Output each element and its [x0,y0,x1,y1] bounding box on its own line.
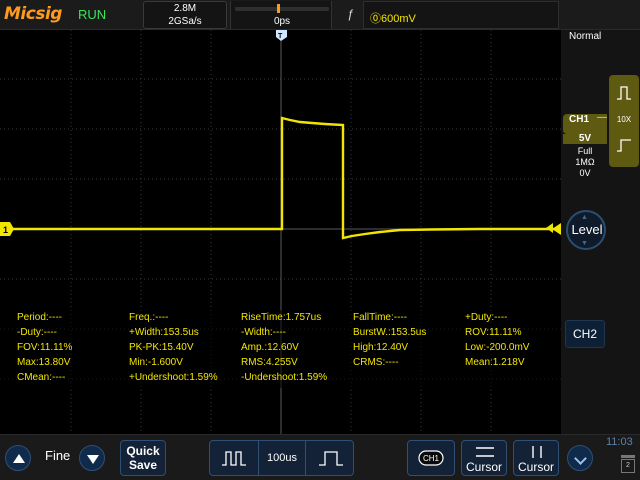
system-clock: 11:03 [606,436,633,448]
measurement-value: FOV:11.11% [17,342,73,353]
collapse-menu-button[interactable] [567,445,593,471]
level-down-icon: ▼ [581,240,588,247]
level-up-icon: ▲ [581,214,588,221]
ch1-impedance: 1MΩ [575,157,595,167]
timebase-increase-icon[interactable] [318,449,344,467]
measurement-value: Freq.:---- [129,312,169,323]
probe-attenuation[interactable]: 10X [609,115,639,124]
probe-settings[interactable]: 10X [609,75,639,167]
measurement-value: Mean:1.218V [465,357,525,368]
ch1-badge-icon: CH1 [418,450,444,466]
horizontal-position[interactable]: 0ps [230,1,332,29]
right-control-panel: Normal 10X CH1 — 5V Full 1MΩ 0V ▲ Level … [546,30,640,434]
bottom-toolbar: Fine Quick Save 100us CH1 Cursor Cursor … [0,434,640,480]
quick-save-line2: Save [128,458,158,472]
run-stop-indicator[interactable]: RUN [78,7,106,22]
level-label: Level [571,222,603,237]
measurement-value: +Undershoot:1.59% [129,372,218,383]
trigger-level-value: ⓪600mV [370,13,416,25]
cursor-label-horizontal: Cursor [465,460,502,474]
trigger-position-label: T [278,33,283,40]
measurement-value: FallTime:---- [353,312,408,323]
time-position-value: 0ps [273,16,291,27]
ch1-label: CH1 [569,114,590,125]
level-pointer-icon [546,223,553,233]
measurement-value: High:12.40V [353,342,409,353]
page-indicator: 2 [621,459,635,473]
trigger-setting[interactable]: ⓪600mV [363,1,559,29]
svg-text:CH1: CH1 [423,454,440,463]
acquisition-mode[interactable]: Normal [569,31,601,42]
ch1-channel-tab[interactable]: CH1 — [563,112,607,134]
ch1-vertical-scale[interactable]: 5V [563,134,607,144]
quick-save-button[interactable]: Quick Save [120,440,166,476]
ch1-select-button[interactable]: CH1 [407,440,455,476]
chevron-down-icon [574,452,587,465]
measurement-value: Amp.:12.60V [241,342,299,353]
arrow-down-icon [87,455,99,464]
level-knob-button[interactable]: ▲ Level ▼ [566,210,606,250]
measurement-value: +Duty:---- [465,312,508,323]
measurement-value: Max:13.80V [17,357,71,368]
arrow-up-icon [13,454,25,463]
measurement-value: -Undershoot:1.59% [241,372,328,383]
rising-edge-icon[interactable]: ƒ [347,7,354,21]
fine-up-button[interactable] [5,445,31,471]
ch1-info: Full 1MΩ 0V [563,146,607,179]
memory-window-marker [277,4,280,13]
measurement-value: RMS:4.255V [241,357,298,368]
timebase-value[interactable]: 100us [258,441,306,475]
measurement-value: ROV:11.11% [465,327,522,338]
measurement-value: CRMS:---- [353,357,399,368]
timebase-decrease-icon[interactable] [221,449,247,467]
measurement-value: -Duty:---- [17,327,57,338]
measurement-value: PK-PK:15.40V [129,342,194,353]
trigger-level-marker [552,223,561,235]
cursor-label-vertical: Cursor [517,460,554,474]
ch1-offset: 0V [579,168,591,178]
vertical-cursor-icon [532,446,542,458]
horizontal-cursor-icon [476,447,494,457]
ch1-bandwidth: Full [577,146,593,156]
measurement-value: Period:---- [17,312,63,323]
memory-window-bar [235,7,329,11]
acquisition-info[interactable]: 2.8M 2GSa/s [143,1,227,29]
fine-down-button[interactable] [79,445,105,471]
ch2-button[interactable]: CH2 [565,320,605,348]
dc-coupling-icon[interactable] [616,85,632,101]
measurement-panel[interactable]: Period:---- Freq.:---- RiseTime:1.757us Fal… [0,310,561,388]
top-status-bar: Micsig RUN 2.8M 2GSa/s 0ps ƒ ⓪600mV [0,0,640,30]
measurement-value: +Width:153.5us [129,327,199,338]
measurement-value: -Width:---- [241,327,286,338]
measurement-value: CMean:---- [17,372,66,383]
battery-cap-icon [621,455,635,458]
horizontal-cursor-button[interactable]: Cursor [461,440,507,476]
measurement-value: Low:-200.0mV [465,342,530,353]
ch1-marker-label: 1 [3,225,8,235]
memory-depth: 2.8M [173,3,197,14]
timebase-control: 100us [209,440,354,476]
fine-adjust-label[interactable]: Fine [45,448,70,463]
measurement-value: Min:-1.600V [129,357,183,368]
measurement-value: BurstW.:153.5us [353,327,427,338]
quick-save-line1: Quick [126,444,160,458]
ac-coupling-icon[interactable] [616,137,632,153]
brand-logo: Micsig [4,4,62,24]
vertical-cursor-button[interactable]: Cursor [513,440,559,476]
measurement-value: RiseTime:1.757us [241,312,322,323]
sample-rate: 2GSa/s [168,16,202,27]
ch1-menu-icon: — [597,112,607,123]
